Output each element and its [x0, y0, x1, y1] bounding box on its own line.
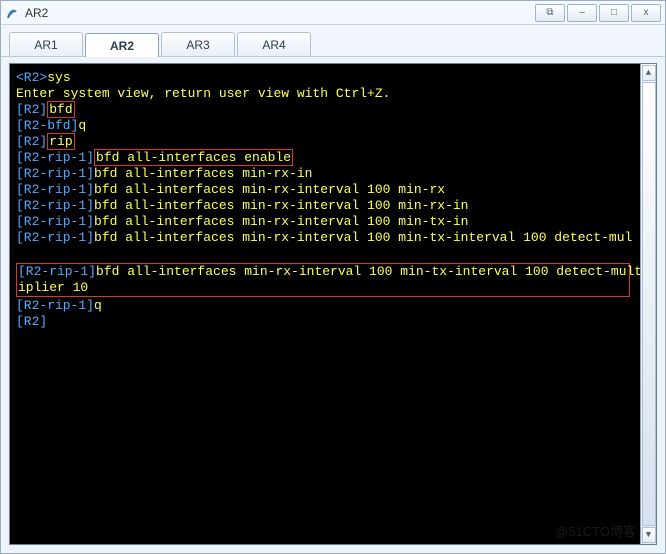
prompt: [R2] — [16, 314, 47, 329]
vertical-scrollbar[interactable]: ▲ ▼ — [640, 64, 656, 544]
watermark-text: @51CTO博客 — [555, 524, 636, 540]
cmd-text: bfd all-interfaces min-rx-interval 100 m… — [94, 230, 632, 245]
tab-label: AR2 — [110, 39, 134, 53]
cmd-text: bfd all-interfaces min-rx-in — [94, 166, 312, 181]
tab-ar4[interactable]: AR4 — [237, 32, 311, 56]
cmd-text: bfd all-interfaces min-rx-interval 100 m… — [94, 214, 468, 229]
highlight-box-block: [R2-rip-1]bfd all-interfaces min-rx-inte… — [16, 263, 630, 297]
tab-ar3[interactable]: AR3 — [161, 32, 235, 56]
app-icon — [5, 6, 19, 20]
highlight-box: bfd — [47, 101, 74, 118]
terminal[interactable]: <R2>sys Enter system view, return user v… — [9, 63, 657, 545]
tab-label: AR3 — [186, 38, 209, 52]
close-button[interactable]: x — [631, 4, 661, 22]
tab-bar: AR1 AR2 AR3 AR4 — [1, 25, 665, 57]
prompt: [R2-rip-1] — [16, 230, 94, 245]
cmd-text: bfd all-interfaces min-rx-interval 100 m… — [94, 182, 445, 197]
title-bar: AR2 ⧉ – □ x — [1, 1, 665, 25]
tab-label: AR1 — [34, 38, 57, 52]
window-title: AR2 — [25, 6, 533, 20]
prompt: [R2-bfd] — [16, 118, 78, 133]
terminal-wrapper: <R2>sys Enter system view, return user v… — [1, 57, 665, 553]
scroll-down-icon[interactable]: ▼ — [642, 527, 656, 543]
cmd-text: bfd all-interfaces enable — [96, 150, 291, 165]
cmd-text: bfd all-interfaces min-rx-interval 100 m… — [96, 264, 642, 279]
output-text: Enter system view, return user view with… — [16, 86, 390, 101]
cmd-text: q — [78, 118, 86, 133]
scroll-up-icon[interactable]: ▲ — [642, 65, 656, 81]
cmd-text: iplier 10 — [18, 280, 88, 295]
cmd-text: sys — [47, 70, 70, 85]
prompt: [R2-rip-1] — [16, 166, 94, 181]
prompt: [R2-rip-1] — [16, 150, 94, 165]
prompt: [R2] — [16, 134, 47, 149]
prompt: <R2> — [16, 70, 47, 85]
minimize-button[interactable]: – — [567, 4, 597, 22]
popout-button[interactable]: ⧉ — [535, 4, 565, 22]
cmd-text: q — [94, 298, 102, 313]
tab-ar1[interactable]: AR1 — [9, 32, 83, 56]
scrollbar-track[interactable] — [642, 82, 656, 526]
prompt: [R2-rip-1] — [18, 264, 96, 279]
tab-label: AR4 — [262, 38, 285, 52]
cmd-text: bfd all-interfaces min-rx-interval 100 m… — [94, 198, 468, 213]
scrollbar-thumb[interactable] — [642, 82, 656, 526]
cmd-text: rip — [49, 134, 72, 149]
app-window: AR2 ⧉ – □ x AR1 AR2 AR3 AR4 <R2>sys Ente… — [0, 0, 666, 554]
cmd-text: bfd — [49, 102, 72, 117]
window-buttons: ⧉ – □ x — [533, 4, 661, 22]
maximize-button[interactable]: □ — [599, 4, 629, 22]
prompt: [R2-rip-1] — [16, 182, 94, 197]
highlight-box: rip — [47, 133, 74, 150]
prompt: [R2-rip-1] — [16, 198, 94, 213]
highlight-box: bfd all-interfaces enable — [94, 149, 293, 166]
prompt: [R2-rip-1] — [16, 214, 94, 229]
prompt: [R2] — [16, 102, 47, 117]
tab-ar2[interactable]: AR2 — [85, 33, 159, 57]
prompt: [R2-rip-1] — [16, 298, 94, 313]
